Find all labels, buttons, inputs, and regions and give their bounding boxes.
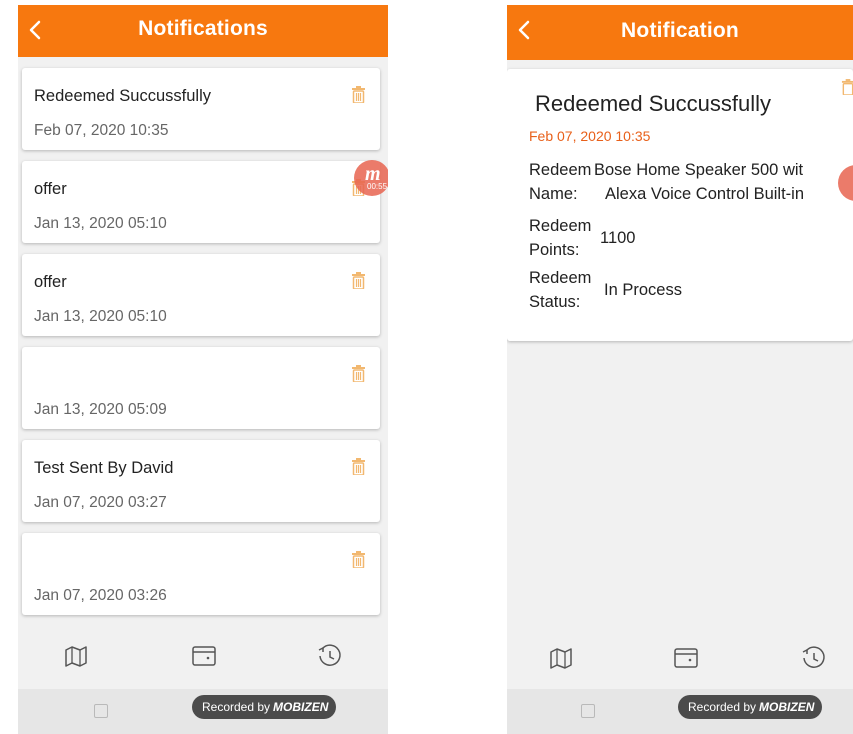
notification-date: Jan 07, 2020 03:26: [34, 587, 167, 604]
trash-icon[interactable]: [351, 272, 366, 289]
recent-apps-button[interactable]: [94, 704, 108, 718]
notifications-screen: Notifications Redeemed Succussfully Feb …: [18, 5, 388, 734]
recorder-badge: Recorded by MOBIZEN: [192, 695, 337, 719]
wallet-icon[interactable]: [189, 641, 219, 671]
notification-card[interactable]: offer Jan 13, 2020 05:10: [22, 254, 380, 336]
redeem-status-label: Redeem: [529, 269, 592, 287]
page-title: Notification: [621, 19, 739, 42]
redeem-name-label: Redeem: [529, 161, 592, 179]
notification-card[interactable]: Redeemed Succussfully Feb 07, 2020 10:35: [22, 68, 380, 150]
redeem-points-value: 1100: [600, 229, 636, 247]
recorder-badge: Recorded by MOBIZEN: [678, 695, 823, 719]
notification-detail-screen: Notification Redeemed Succussfully Feb 0…: [507, 5, 853, 734]
map-icon[interactable]: [61, 641, 91, 671]
system-bar: Recorded by MOBIZEN: [18, 689, 388, 734]
wallet-icon[interactable]: [671, 643, 701, 673]
detail-title: Redeemed Succussfully: [535, 91, 772, 116]
app-bar: Notifications: [18, 5, 388, 57]
recorder-prefix: Recorded by: [688, 700, 757, 714]
trash-icon[interactable]: [841, 79, 853, 95]
redeem-points-label: Redeem: [529, 217, 592, 235]
app-bar: Notification: [507, 5, 853, 60]
redeem-name-value-2: Alexa Voice Control Built-in: [605, 185, 805, 203]
trash-icon[interactable]: [351, 458, 366, 475]
recorder-prefix: Recorded by: [202, 700, 271, 714]
history-icon[interactable]: [314, 641, 344, 671]
notification-date: Feb 07, 2020 10:35: [34, 122, 169, 139]
history-icon[interactable]: [798, 643, 828, 673]
redeem-name-value: Bose Home Speaker 500 wit: [594, 161, 804, 179]
notification-title: Test Sent By David: [34, 459, 174, 477]
notification-title: offer: [34, 180, 67, 198]
notification-card[interactable]: Test Sent By David Jan 07, 2020 03:27: [22, 440, 380, 522]
redeem-points-label-2: Points:: [529, 241, 580, 259]
notification-card[interactable]: Jan 07, 2020 03:26: [22, 533, 380, 615]
notification-detail-card: Redeemed Succussfully Feb 07, 2020 10:35…: [507, 69, 853, 341]
recorder-timer: 00:55: [367, 182, 388, 191]
notification-date: Jan 13, 2020 05:09: [34, 401, 167, 418]
bottom-nav: [507, 629, 853, 691]
trash-icon[interactable]: [351, 365, 366, 382]
redeem-status-label-2: Status:: [529, 293, 581, 311]
notification-title: offer: [34, 273, 67, 291]
redeem-name-label-2: Name:: [529, 185, 578, 203]
recent-apps-button[interactable]: [581, 704, 595, 718]
notification-title: Redeemed Succussfully: [34, 87, 212, 105]
notification-date: Jan 07, 2020 03:27: [34, 494, 167, 511]
recorder-brand: MOBIZEN: [273, 700, 329, 714]
recorder-brand: MOBIZEN: [759, 700, 815, 714]
notification-card[interactable]: Jan 13, 2020 05:09: [22, 347, 380, 429]
notification-date: Jan 13, 2020 05:10: [34, 215, 167, 232]
notification-card[interactable]: offer Jan 13, 2020 05:10: [22, 161, 380, 243]
page-title: Notifications: [138, 17, 268, 40]
trash-icon[interactable]: [351, 86, 366, 103]
redeem-status-value: In Process: [604, 281, 682, 299]
recorder-bubble[interactable]: m 00:55: [354, 160, 388, 196]
bottom-nav: [18, 627, 388, 689]
detail-date: Feb 07, 2020 10:35: [529, 128, 651, 144]
trash-icon[interactable]: [351, 551, 366, 568]
notification-date: Jan 13, 2020 05:10: [34, 308, 167, 325]
map-icon[interactable]: [546, 643, 576, 673]
system-bar: Recorded by MOBIZEN: [507, 689, 853, 734]
